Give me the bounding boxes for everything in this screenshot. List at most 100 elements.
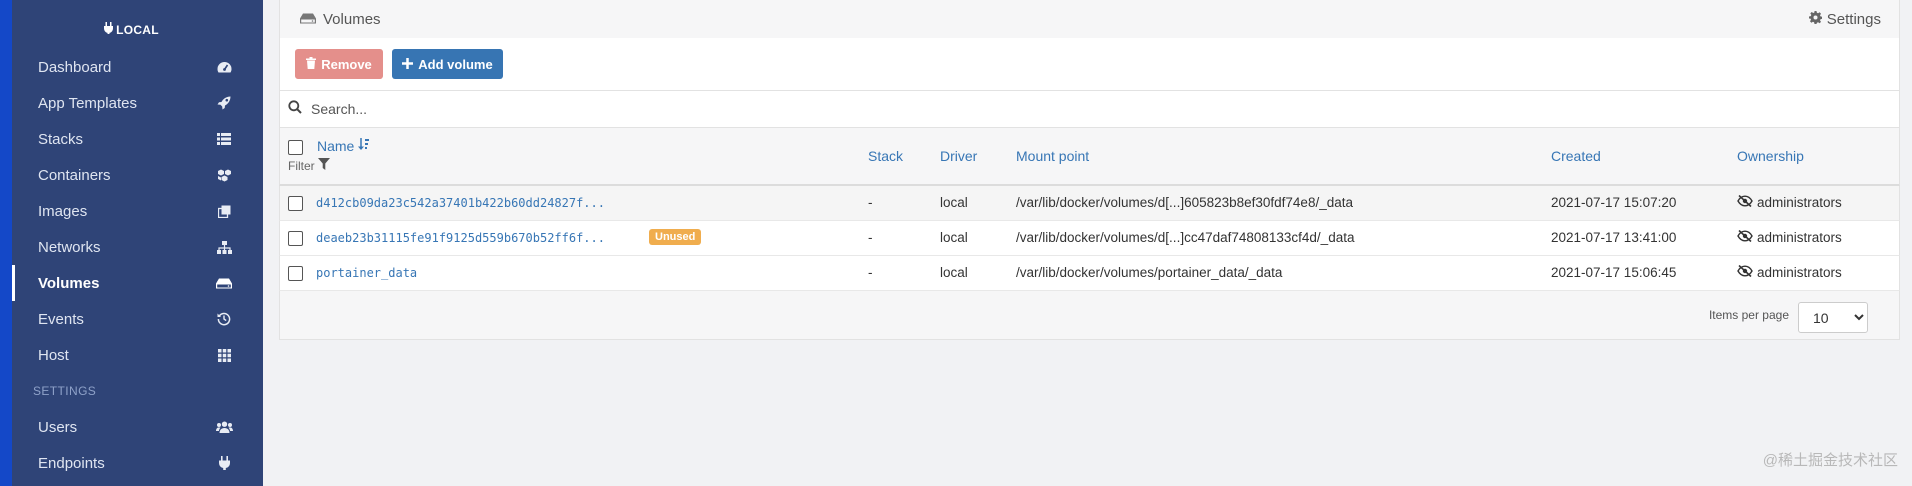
table-row: deaeb23b31115fe91f9125d559b670b52ff6f...… <box>279 221 1900 256</box>
panel-header: Volumes Settings <box>279 0 1900 38</box>
search-bar <box>279 90 1900 128</box>
stack-cell: - <box>868 265 873 280</box>
add-volume-button[interactable]: Add volume <box>392 49 503 79</box>
created-cell: 2021-07-17 15:07:20 <box>1551 195 1677 210</box>
remove-label: Remove <box>321 56 372 72</box>
driver-cell: local <box>940 230 968 245</box>
filter-control[interactable]: Filter <box>288 158 330 173</box>
add-volume-label: Add volume <box>418 56 493 72</box>
sidebar-edge <box>0 0 12 486</box>
sidebar-item-label: Images <box>38 202 88 220</box>
volume-name-link[interactable]: deaeb23b31115fe91f9125d559b670b52ff6f... <box>316 231 605 245</box>
items-per-page-label: Items per page <box>1708 308 1789 322</box>
clone-icon <box>215 202 233 220</box>
row-checkbox[interactable] <box>288 231 303 246</box>
sidebar-item-label: Events <box>38 310 84 328</box>
plus-icon <box>402 57 414 72</box>
sidebar-item-label: Stacks <box>38 130 84 148</box>
settings-section-title: SETTINGS <box>33 384 97 398</box>
history-icon <box>215 310 233 328</box>
sidebar-item-dashboard[interactable]: Dashboard <box>12 49 263 85</box>
rocket-icon <box>215 94 233 112</box>
ownership-label: administrators <box>1757 230 1842 245</box>
sidebar-item-label: Networks <box>38 238 101 256</box>
column-header-mount-point[interactable]: Mount point <box>1016 148 1089 164</box>
plug-icon <box>215 454 233 472</box>
settings-button[interactable]: Settings <box>1808 10 1881 28</box>
column-header-driver[interactable]: Driver <box>940 148 977 164</box>
sidebar-item-images[interactable]: Images <box>12 193 263 229</box>
sidebar-item-label: Volumes <box>38 274 100 292</box>
sidebar-item-label: Host <box>38 346 69 364</box>
table-row: portainer_data - local /var/lib/docker/v… <box>279 256 1900 291</box>
th-icon <box>215 346 233 364</box>
sidebar-item-app-templates[interactable]: App Templates <box>12 85 263 121</box>
trash-icon <box>306 56 317 72</box>
driver-cell: local <box>940 265 968 280</box>
created-cell: 2021-07-17 15:06:45 <box>1551 265 1677 280</box>
ownership-label: administrators <box>1757 195 1842 210</box>
volume-name-link[interactable]: d412cb09da23c542a37401b422b60dd24827f... <box>316 196 605 210</box>
mount-point-cell: /var/lib/docker/volumes/d[...]605823b8ef… <box>1016 195 1353 210</box>
filter-icon <box>317 158 330 173</box>
cubes-icon <box>215 166 233 184</box>
toolbar: Remove Add volume <box>279 38 1900 90</box>
watermark: @稀土掘金技术社区 <box>1762 452 1898 469</box>
plug-icon <box>104 22 114 37</box>
ownership-cell: administrators <box>1737 194 1842 210</box>
sidebar-item-label: Containers <box>38 166 111 184</box>
table-footer: Items per page 10 <box>279 291 1900 340</box>
gear-icon <box>1808 10 1823 28</box>
sidebar-item-endpoints[interactable]: Endpoints <box>12 445 263 481</box>
mount-point-cell: /var/lib/docker/volumes/portainer_data/_… <box>1016 265 1283 280</box>
select-all-checkbox[interactable] <box>288 140 303 155</box>
sidebar-item-containers[interactable]: Containers <box>12 157 263 193</box>
sidebar-item-users[interactable]: Users <box>12 409 263 445</box>
sidebar-item-label: App Templates <box>38 94 137 112</box>
sidebar-item-label: Endpoints <box>38 454 105 472</box>
stack-cell: - <box>868 230 873 245</box>
settings-label: Settings <box>1826 10 1881 28</box>
search-input[interactable] <box>311 101 911 117</box>
eye-slash-icon <box>1737 229 1753 245</box>
filter-label: Filter <box>288 158 315 173</box>
column-header-name[interactable]: Name <box>317 138 370 154</box>
stack-cell: - <box>868 195 873 210</box>
mount-point-cell: /var/lib/docker/volumes/d[...]cc47daf748… <box>1016 230 1355 245</box>
column-header-name-label: Name <box>317 138 355 154</box>
sort-icon <box>358 138 370 154</box>
sidebar-item-label: Dashboard <box>38 58 112 76</box>
sidebar-item-networks[interactable]: Networks <box>12 229 263 265</box>
ownership-label: administrators <box>1757 265 1842 280</box>
column-header-stack[interactable]: Stack <box>868 148 903 164</box>
ownership-cell: administrators <box>1737 264 1842 280</box>
users-icon <box>215 418 233 436</box>
sidebar: LOCAL Dashboard App Templates Stacks Con… <box>0 0 263 486</box>
items-per-page-select[interactable]: 10 <box>1798 302 1868 333</box>
ownership-cell: administrators <box>1737 229 1842 245</box>
sidebar-item-label: Users <box>38 418 78 436</box>
search-icon <box>288 99 302 119</box>
table-header: Name Filter Stack Driver Mount point Cre… <box>279 128 1900 186</box>
driver-cell: local <box>940 195 968 210</box>
column-header-created[interactable]: Created <box>1551 148 1601 164</box>
hdd-icon <box>300 11 316 28</box>
sidebar-item-volumes[interactable]: Volumes <box>12 265 263 301</box>
list-icon <box>215 130 233 148</box>
column-header-ownership[interactable]: Ownership <box>1737 148 1804 164</box>
created-cell: 2021-07-17 13:41:00 <box>1551 230 1677 245</box>
eye-slash-icon <box>1737 264 1753 280</box>
row-checkbox[interactable] <box>288 196 303 211</box>
sidebar-item-stacks[interactable]: Stacks <box>12 121 263 157</box>
environment-label: LOCAL <box>0 22 263 37</box>
panel-title-text: Volumes <box>323 10 381 28</box>
sitemap-icon <box>215 238 233 256</box>
panel-title: Volumes <box>300 11 1809 28</box>
sidebar-item-events[interactable]: Events <box>12 301 263 337</box>
remove-button[interactable]: Remove <box>295 49 383 79</box>
row-checkbox[interactable] <box>288 266 303 281</box>
table-row: d412cb09da23c542a37401b422b60dd24827f...… <box>279 186 1900 221</box>
sidebar-item-host[interactable]: Host <box>12 337 263 373</box>
hdd-icon <box>215 274 233 292</box>
volume-name-link[interactable]: portainer_data <box>316 266 417 280</box>
